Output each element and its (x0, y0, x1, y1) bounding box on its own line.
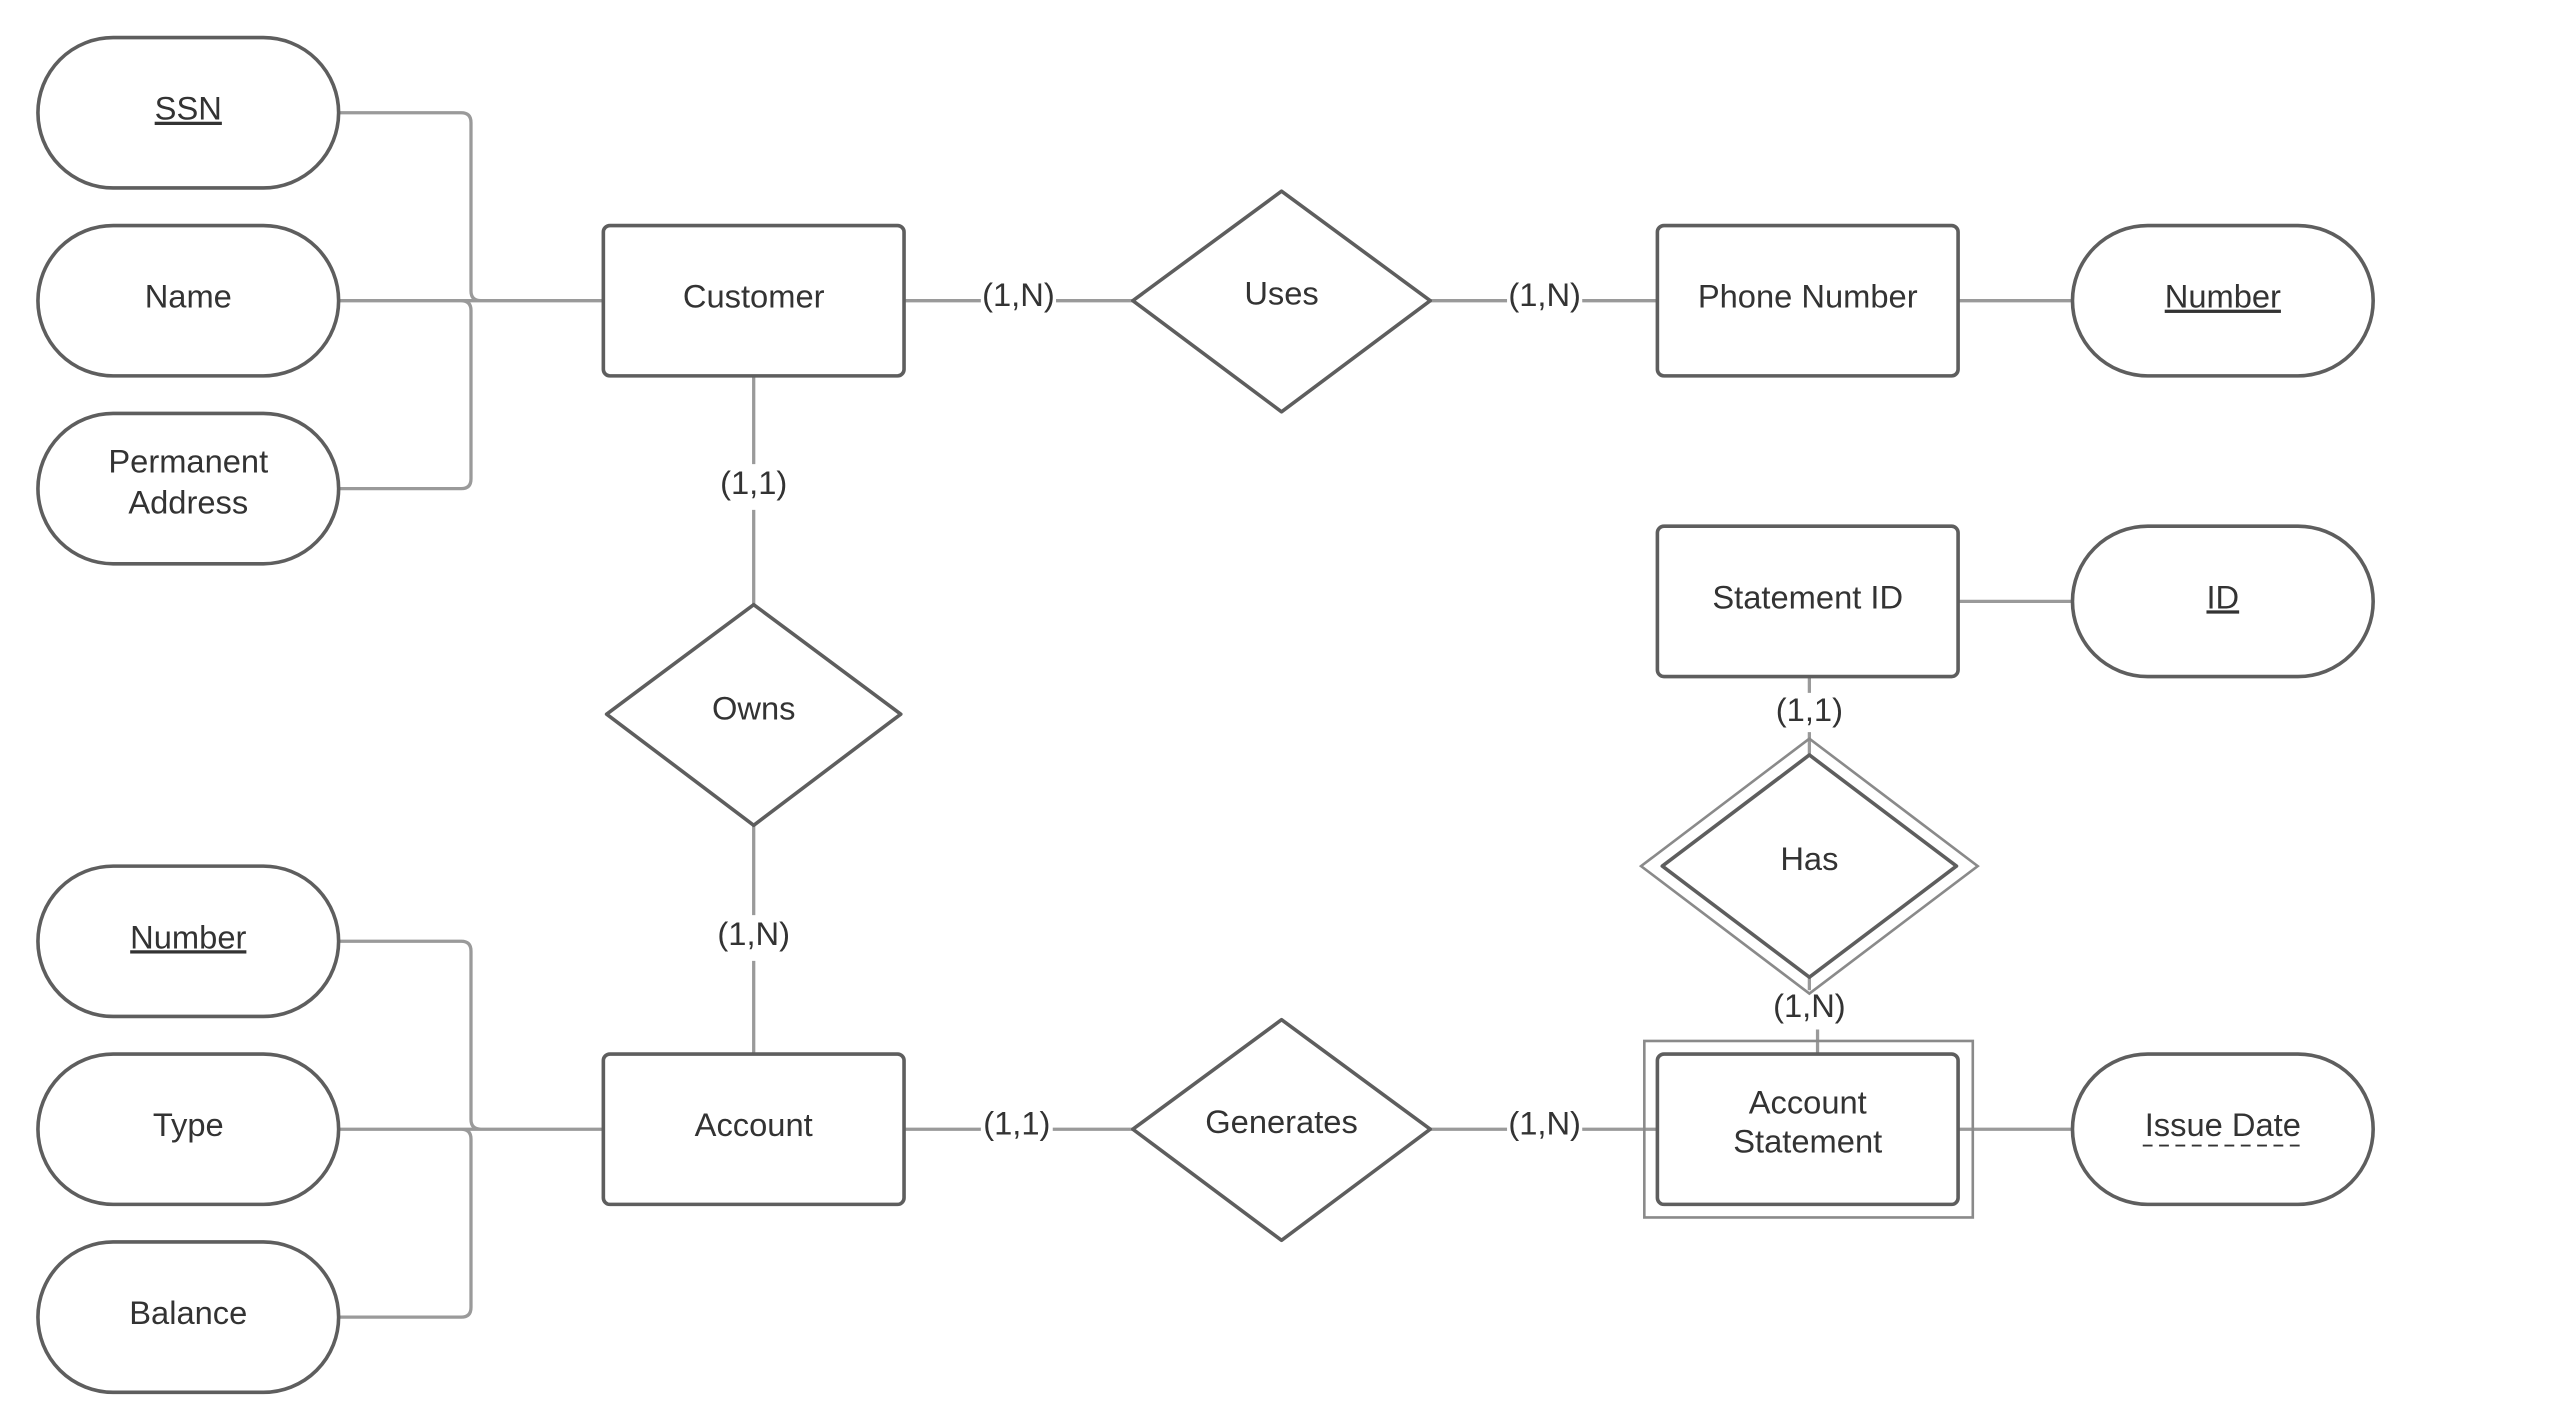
er-diagram: SSN Name Permanent Address Number Type B… (36, 35, 2375, 1395)
svg-text:Statement: Statement (1733, 1123, 1882, 1160)
svg-text:Number: Number (130, 918, 246, 955)
attribute-type[interactable]: Type (36, 1052, 341, 1207)
attribute-account-number[interactable]: Number (36, 864, 341, 1019)
cardinality-customer-uses: (1,N) (982, 276, 1055, 313)
entity-customer[interactable]: Customer (601, 223, 906, 378)
relationship-generates[interactable]: Generates (1131, 1017, 1433, 1243)
svg-text:Account: Account (695, 1106, 813, 1143)
identifying-relationship-has[interactable]: Has (1638, 737, 1980, 996)
svg-text:Name: Name (145, 278, 232, 315)
connector-customer-attributes (338, 111, 609, 491)
svg-text:Address: Address (128, 484, 248, 521)
svg-text:Permanent: Permanent (108, 443, 268, 480)
attribute-ssn[interactable]: SSN (36, 35, 341, 190)
svg-text:Customer: Customer (683, 278, 825, 315)
svg-text:Number: Number (2165, 278, 2281, 315)
attribute-phone-number[interactable]: Number (2070, 223, 2375, 378)
connector-account-attributes (338, 939, 609, 1319)
attribute-issue-date[interactable]: Issue Date (2070, 1052, 2375, 1207)
cardinality-generates-statement: (1,N) (1508, 1105, 1581, 1142)
svg-text:Generates: Generates (1205, 1103, 1358, 1140)
attribute-name[interactable]: Name (36, 223, 341, 378)
attribute-permanent-address[interactable]: Permanent Address (36, 411, 341, 566)
entity-phone-number[interactable]: Phone Number (1655, 223, 1960, 378)
svg-text:ID: ID (2206, 578, 2239, 615)
svg-text:Issue Date: Issue Date (2145, 1106, 2301, 1143)
svg-text:Account: Account (1749, 1083, 1867, 1120)
cardinality-has-statement: (1,N) (1773, 987, 1846, 1024)
cardinality-statementid-has: (1,1) (1776, 691, 1843, 728)
attribute-balance[interactable]: Balance (36, 1240, 341, 1395)
cardinality-account-generates: (1,1) (983, 1105, 1050, 1142)
entity-account[interactable]: Account (601, 1052, 906, 1207)
svg-text:Owns: Owns (712, 689, 796, 726)
svg-text:Has: Has (1780, 840, 1838, 877)
attribute-id[interactable]: ID (2070, 524, 2375, 679)
svg-text:Type: Type (153, 1106, 224, 1143)
svg-text:SSN: SSN (155, 90, 222, 127)
svg-text:Balance: Balance (129, 1294, 247, 1331)
svg-text:Statement ID: Statement ID (1712, 578, 1903, 615)
entity-statement-id[interactable]: Statement ID (1655, 524, 1960, 679)
cardinality-uses-phone: (1,N) (1508, 276, 1581, 313)
svg-text:Uses: Uses (1244, 274, 1318, 311)
svg-text:Phone Number: Phone Number (1698, 278, 1918, 315)
weak-entity-account-statement[interactable]: Account Statement (1643, 1039, 1975, 1219)
cardinality-owns-account: (1,N) (717, 915, 790, 952)
relationship-uses[interactable]: Uses (1131, 189, 1433, 414)
cardinality-customer-owns: (1,1) (720, 464, 787, 501)
relationship-owns[interactable]: Owns (604, 602, 903, 828)
